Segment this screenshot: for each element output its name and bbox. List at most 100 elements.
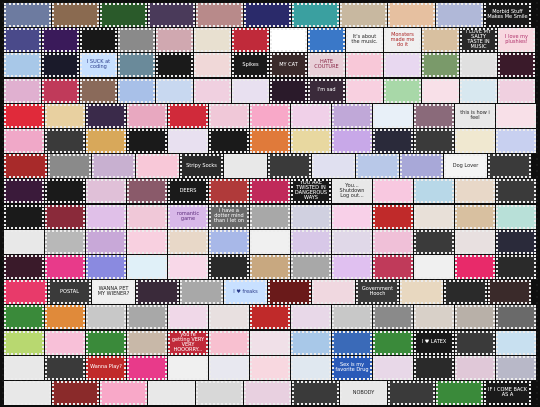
- stamp[interactable]: [332, 305, 372, 330]
- stamp[interactable]: [148, 3, 195, 27]
- stamp[interactable]: I ♥ LATEX: [414, 330, 454, 355]
- stamp[interactable]: [455, 179, 495, 204]
- stamp[interactable]: [414, 179, 454, 204]
- stamp[interactable]: [373, 204, 413, 229]
- stamp[interactable]: [422, 28, 459, 53]
- stamp[interactable]: [168, 305, 208, 330]
- stamp[interactable]: [270, 28, 307, 53]
- stamp[interactable]: [312, 280, 355, 305]
- stamp[interactable]: [250, 103, 290, 128]
- stamp[interactable]: [196, 3, 243, 27]
- stamp[interactable]: [340, 3, 387, 27]
- stamp[interactable]: Sex is my favorite Drug: [332, 355, 372, 380]
- stamp[interactable]: [118, 53, 155, 78]
- stamp[interactable]: [80, 78, 117, 103]
- stamp[interactable]: [292, 381, 339, 405]
- stamp[interactable]: Stripy Socks: [180, 154, 223, 179]
- stamp[interactable]: Dog Lover: [444, 154, 487, 179]
- stamp[interactable]: [42, 28, 79, 53]
- stamp[interactable]: you're getting VERY VERY HOOORRY...: [168, 330, 208, 355]
- stamp[interactable]: [250, 204, 290, 229]
- stamp[interactable]: [209, 129, 249, 153]
- stamp[interactable]: [118, 78, 155, 103]
- stamp[interactable]: DEERS: [168, 179, 208, 204]
- stamp[interactable]: [180, 280, 223, 305]
- stamp[interactable]: [86, 229, 126, 254]
- stamp[interactable]: [250, 179, 290, 204]
- stamp[interactable]: [346, 78, 383, 103]
- stamp[interactable]: Spikes: [232, 53, 269, 78]
- stamp[interactable]: [4, 103, 44, 128]
- stamp[interactable]: [52, 381, 99, 405]
- stamp[interactable]: this is how i feel: [455, 103, 495, 128]
- stamp[interactable]: [86, 204, 126, 229]
- stamp[interactable]: [436, 381, 483, 405]
- stamp[interactable]: [4, 78, 41, 103]
- stamp[interactable]: [373, 330, 413, 355]
- stamp[interactable]: [52, 3, 99, 27]
- stamp[interactable]: [127, 204, 167, 229]
- stamp[interactable]: [4, 381, 51, 405]
- stamp[interactable]: [460, 53, 497, 78]
- stamp[interactable]: Government Hooch: [356, 280, 399, 305]
- stamp[interactable]: [250, 305, 290, 330]
- stamp[interactable]: [45, 330, 85, 355]
- stamp[interactable]: [496, 305, 536, 330]
- stamp[interactable]: WANNA PET MY WIENER?: [92, 280, 135, 305]
- stamp[interactable]: [48, 154, 91, 179]
- stamp[interactable]: [291, 305, 331, 330]
- stamp[interactable]: [86, 103, 126, 128]
- stamp[interactable]: [436, 3, 483, 27]
- stamp[interactable]: [496, 229, 536, 254]
- stamp[interactable]: [496, 204, 536, 229]
- stamp[interactable]: [127, 179, 167, 204]
- stamp[interactable]: [4, 280, 47, 305]
- stamp[interactable]: [232, 78, 269, 103]
- stamp[interactable]: [414, 255, 454, 279]
- stamp[interactable]: [384, 78, 421, 103]
- stamp[interactable]: [498, 53, 535, 78]
- stamp[interactable]: POSTAL: [48, 280, 91, 305]
- stamp[interactable]: [250, 229, 290, 254]
- stamp[interactable]: [156, 28, 193, 53]
- stamp[interactable]: [4, 229, 44, 254]
- stamp[interactable]: [373, 229, 413, 254]
- stamp[interactable]: It's about the music.: [346, 28, 383, 53]
- stamp[interactable]: [127, 305, 167, 330]
- stamp[interactable]: [100, 381, 147, 405]
- stamp[interactable]: [332, 255, 372, 279]
- stamp[interactable]: MY CAT: [270, 53, 307, 78]
- stamp[interactable]: [209, 305, 249, 330]
- stamp[interactable]: [209, 255, 249, 279]
- stamp[interactable]: [209, 103, 249, 128]
- stamp[interactable]: [373, 129, 413, 153]
- stamp[interactable]: [332, 204, 372, 229]
- stamp[interactable]: [373, 305, 413, 330]
- stamp[interactable]: [414, 204, 454, 229]
- stamp[interactable]: [414, 129, 454, 153]
- stamp[interactable]: [209, 229, 249, 254]
- stamp[interactable]: [209, 355, 249, 380]
- stamp[interactable]: [232, 28, 269, 53]
- stamp[interactable]: [373, 255, 413, 279]
- stamp[interactable]: [312, 154, 355, 179]
- stamp[interactable]: [86, 129, 126, 153]
- stamp[interactable]: [455, 129, 495, 153]
- stamp[interactable]: [332, 103, 372, 128]
- stamp[interactable]: [496, 129, 536, 153]
- stamp[interactable]: [346, 53, 383, 78]
- stamp[interactable]: [414, 229, 454, 254]
- stamp[interactable]: [100, 3, 147, 27]
- stamp[interactable]: [400, 154, 443, 179]
- stamp[interactable]: [332, 129, 372, 153]
- stamp[interactable]: [291, 355, 331, 380]
- stamp[interactable]: [86, 305, 126, 330]
- stamp[interactable]: [45, 129, 85, 153]
- stamp[interactable]: [45, 229, 85, 254]
- stamp[interactable]: [156, 78, 193, 103]
- stamp[interactable]: [127, 330, 167, 355]
- stamp[interactable]: [250, 255, 290, 279]
- stamp[interactable]: [373, 103, 413, 128]
- stamp[interactable]: [136, 280, 179, 305]
- stamp[interactable]: [45, 355, 85, 380]
